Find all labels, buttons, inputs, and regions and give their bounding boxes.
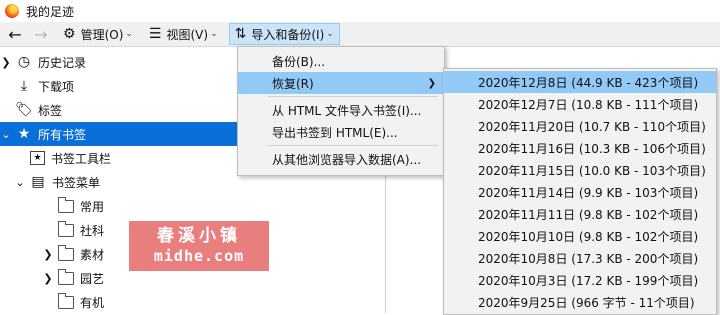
restore-backup-item[interactable]: 2020年12月7日 (10.8 KB - 111个项目) xyxy=(444,93,716,115)
restore-submenu: 2020年12月8日 (44.9 KB - 423个项目) 2020年12月7日… xyxy=(443,68,717,315)
restore-backup-label: 2020年11月20日 (10.7 KB - 110个项目) xyxy=(478,119,706,134)
restore-backup-item[interactable]: 2020年10月10日 (9.8 KB - 102个项目) xyxy=(444,225,716,247)
restore-backup-label: 2020年11月14日 (9.9 KB - 103个项目) xyxy=(478,185,699,200)
list-icon: ☰ xyxy=(148,26,162,42)
restore-backup-item[interactable]: 2020年12月8日 (44.9 KB - 423个项目) xyxy=(444,71,716,93)
tree-item-label: 历史记录 xyxy=(38,55,87,70)
tree-item-label: 社科 xyxy=(80,223,105,238)
tree-item-folder[interactable]: 有机 xyxy=(0,290,385,314)
menu-separator xyxy=(268,96,438,97)
chevron-right-icon: ❯ xyxy=(427,77,436,89)
import-backup-menu: 备份(B)... 恢复(R) ❯ 从 HTML 文件导入书签(I)... 导出书… xyxy=(237,46,445,176)
restore-backup-label: 2020年12月7日 (10.8 KB - 111个项目) xyxy=(478,97,699,112)
view-menu-label: 视图(V) xyxy=(166,27,209,42)
tree-item-label: 有机 xyxy=(80,295,105,310)
tree-item-label: 园艺 xyxy=(80,271,105,286)
chevron-down-icon: ⌄ xyxy=(326,29,334,39)
restore-backup-label: 2020年11月16日 (10.3 KB - 106个项目) xyxy=(478,141,706,156)
menu-item-backup[interactable]: 备份(B)... xyxy=(238,50,444,72)
restore-backup-label: 2020年11月15日 (10.0 KB - 103个项目) xyxy=(478,163,706,178)
menu-item-label: 备份(B)... xyxy=(272,54,326,69)
tree-item-label: 书签菜单 xyxy=(52,175,101,190)
menu-item-label: 从其他浏览器导入数据(A)... xyxy=(272,152,422,167)
menu-item-label: 恢复(R) xyxy=(272,76,314,91)
chevron-right-icon[interactable]: ❯ xyxy=(42,272,54,285)
tree-item-label: 书签工具栏 xyxy=(51,151,112,166)
folder-icon xyxy=(58,244,74,261)
restore-backup-item[interactable]: 2020年11月16日 (10.3 KB - 106个项目) xyxy=(444,137,716,159)
up-down-arrows-icon: ⇅ xyxy=(234,26,247,42)
restore-backup-item[interactable]: 2020年11月20日 (10.7 KB - 110个项目) xyxy=(444,115,716,137)
star-icon: ★ xyxy=(17,126,31,142)
clock-icon: ◷ xyxy=(17,54,31,70)
bookmarks-toolbar-icon: ★ xyxy=(30,151,45,165)
firefox-logo-icon xyxy=(5,4,19,18)
title-bar: 我的足迹 xyxy=(0,0,720,22)
folder-icon xyxy=(58,220,74,237)
chevron-right-icon[interactable]: ❯ xyxy=(0,56,12,69)
restore-backup-label: 2020年10月8日 (17.3 KB - 200个项目) xyxy=(478,251,699,266)
menu-item-import-other-browser[interactable]: 从其他浏览器导入数据(A)... xyxy=(238,148,444,170)
folder-icon xyxy=(58,292,74,309)
restore-backup-label: 2020年9月25日 (966 字节 - 11个项目) xyxy=(478,295,695,310)
watermark-domain: midhe.com xyxy=(153,247,245,265)
tree-item-label: 下载项 xyxy=(38,79,75,94)
chevron-down-icon[interactable]: ⌄ xyxy=(0,128,12,141)
restore-backup-item[interactable]: 2020年11月11日 (9.8 KB - 102个项目) xyxy=(444,203,716,225)
manage-menu-button[interactable]: ⚙ 管理(O) ⌄ xyxy=(58,23,138,45)
gear-icon: ⚙ xyxy=(63,26,76,42)
chevron-down-icon: ⌄ xyxy=(210,29,218,39)
chevron-right-icon[interactable]: ❯ xyxy=(42,248,54,261)
tag-icon: 🏷 xyxy=(15,102,33,118)
menu-item-label: 导出书签到 HTML(E)... xyxy=(272,125,398,140)
tree-item-folder[interactable]: 常用 xyxy=(0,194,385,218)
tree-item-label: 标签 xyxy=(38,103,63,118)
forward-arrow-icon[interactable]: → xyxy=(30,23,52,45)
restore-backup-label: 2020年12月8日 (44.9 KB - 423个项目) xyxy=(478,75,699,90)
menu-item-label: 从 HTML 文件导入书签(I)... xyxy=(272,103,422,118)
restore-backup-item[interactable]: 2020年11月15日 (10.0 KB - 103个项目) xyxy=(444,159,716,181)
window-title: 我的足迹 xyxy=(26,4,75,19)
restore-backup-item[interactable]: 2020年10月8日 (17.3 KB - 200个项目) xyxy=(444,247,716,269)
menu-item-import-html[interactable]: 从 HTML 文件导入书签(I)... xyxy=(238,99,444,121)
restore-backup-label: 2020年10月10日 (9.8 KB - 102个项目) xyxy=(478,229,699,244)
watermark-title: 春溪小镇 xyxy=(157,226,241,246)
folder-icon xyxy=(58,268,74,285)
menu-separator xyxy=(268,145,438,146)
menu-item-restore[interactable]: 恢复(R) ❯ xyxy=(238,72,444,94)
chevron-down-icon[interactable]: ⌄ xyxy=(14,176,26,189)
chevron-down-icon: ⌄ xyxy=(125,29,133,39)
menu-item-export-html[interactable]: 导出书签到 HTML(E)... xyxy=(238,121,444,143)
import-backup-menu-label: 导入和备份(I) xyxy=(251,27,325,42)
tree-item-label: 素材 xyxy=(80,247,105,262)
back-arrow-icon[interactable]: ← xyxy=(4,23,26,45)
menu-list-icon: ▤ xyxy=(31,174,45,190)
import-backup-menu-button[interactable]: ⇅ 导入和备份(I) ⌄ xyxy=(228,23,340,45)
folder-icon xyxy=(58,196,74,213)
download-icon: ⤓ xyxy=(20,78,28,94)
library-toolbar: ← → ⚙ 管理(O) ⌄ ☰ 视图(V) ⌄ ⇅ 导入和备份(I) ⌄ xyxy=(0,22,720,47)
view-menu-button[interactable]: ☰ 视图(V) ⌄ xyxy=(144,23,223,45)
tree-item-label: 常用 xyxy=(80,199,105,214)
restore-backup-item[interactable]: 2020年11月14日 (9.9 KB - 103个项目) xyxy=(444,181,716,203)
manage-menu-label: 管理(O) xyxy=(80,27,124,42)
tree-item-label: 所有书签 xyxy=(38,127,87,142)
restore-backup-item[interactable]: 2020年10月3日 (17.2 KB - 199个项目) xyxy=(444,269,716,291)
restore-backup-label: 2020年11月11日 (9.8 KB - 102个项目) xyxy=(478,207,699,222)
watermark: 春溪小镇 midhe.com xyxy=(129,221,269,271)
restore-backup-item[interactable]: 2020年9月25日 (966 字节 - 11个项目) xyxy=(444,291,716,313)
restore-backup-label: 2020年10月3日 (17.2 KB - 199个项目) xyxy=(478,273,699,288)
